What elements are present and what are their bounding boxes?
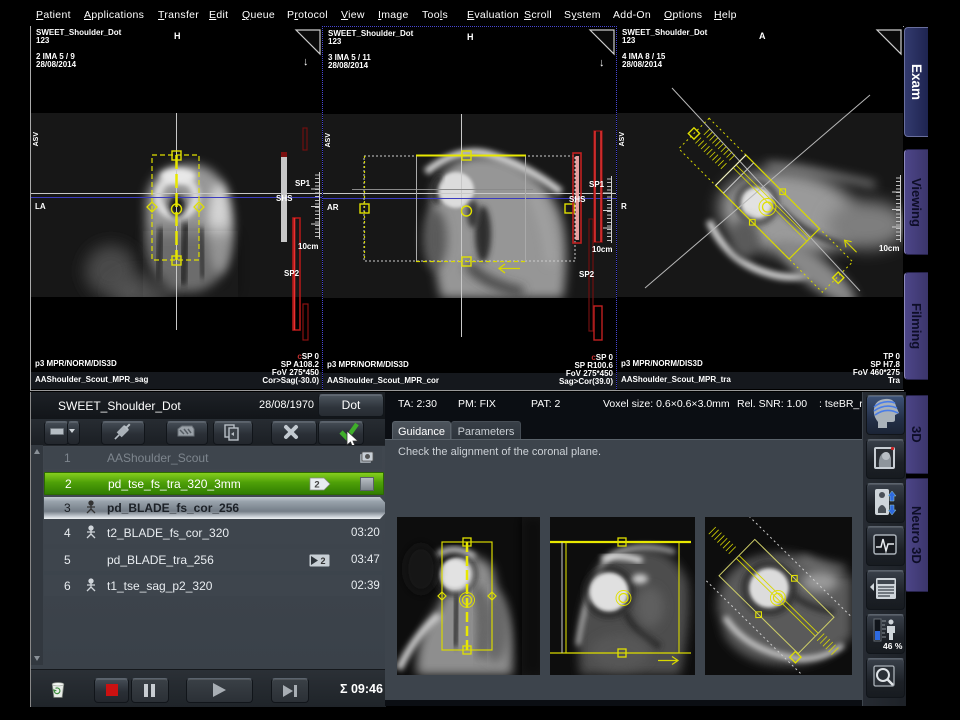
- svg-text:46 %: 46 %: [883, 641, 903, 651]
- svg-text:2: 2: [320, 556, 325, 566]
- svg-text:2: 2: [314, 480, 319, 491]
